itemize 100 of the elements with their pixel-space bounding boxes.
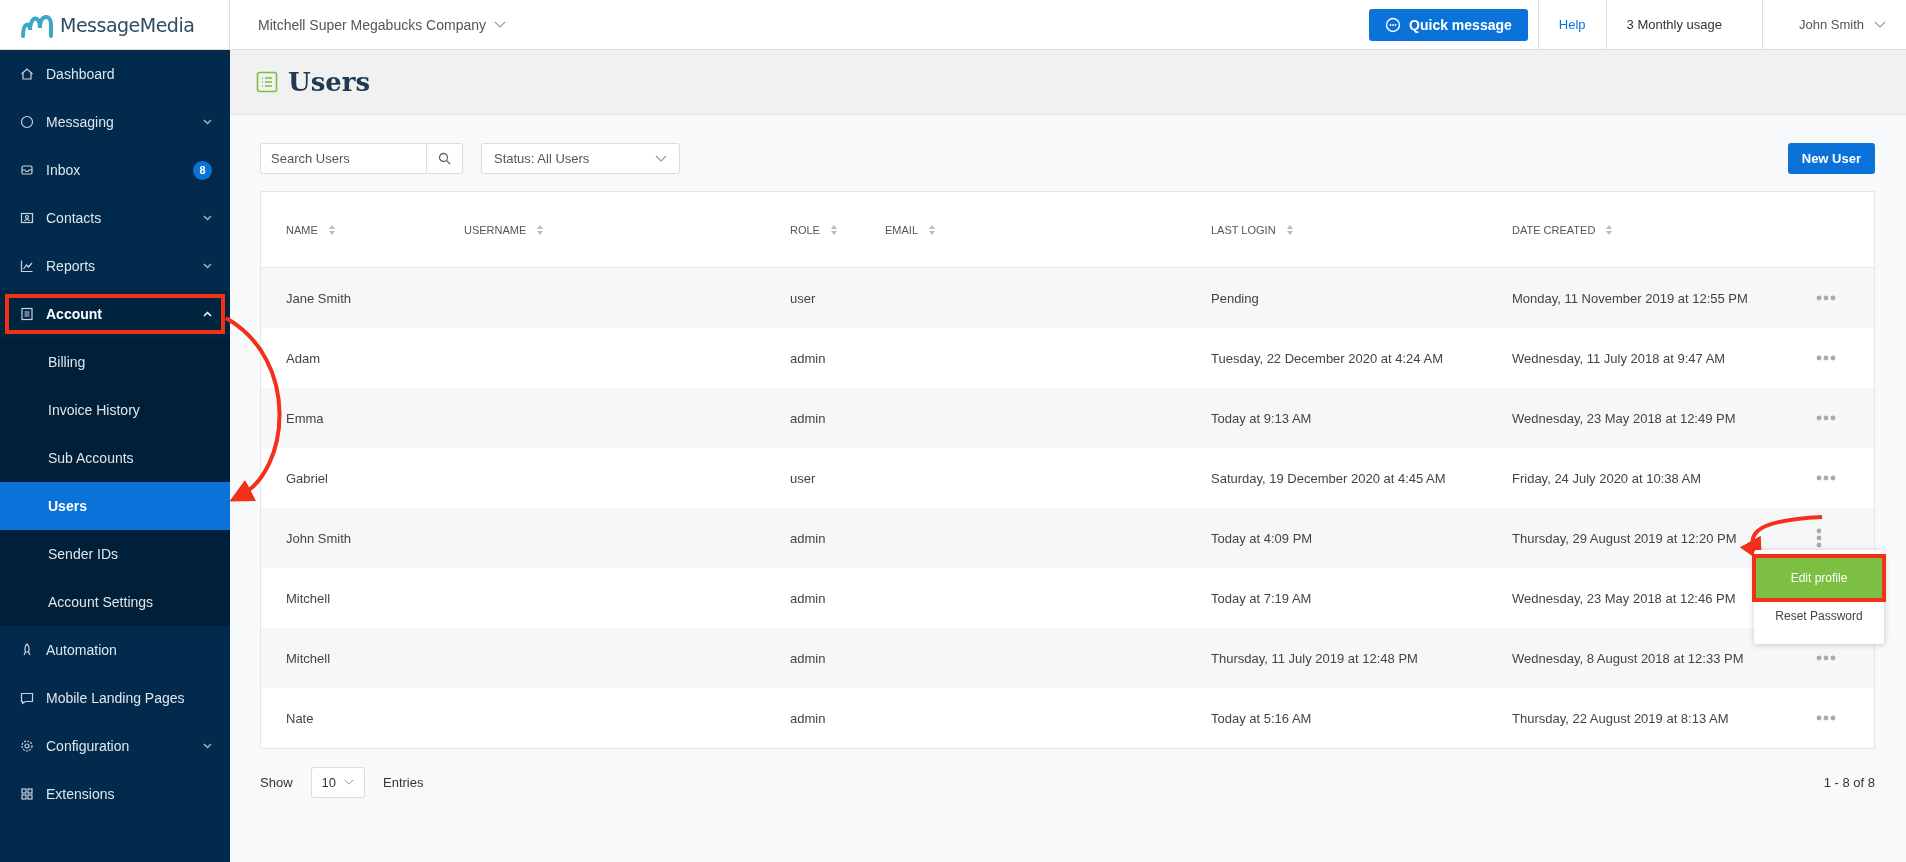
monthly-usage[interactable]: 3 Monthly usage [1605, 0, 1762, 49]
sidebar-item[interactable]: Automation [0, 626, 230, 674]
table-cell: John Smith [286, 530, 352, 546]
more-icon[interactable] [1816, 295, 1836, 301]
sort-icon[interactable] [928, 223, 936, 236]
table-cell: Tuesday, 22 December 2020 at 4:24 AM [1211, 350, 1443, 366]
gear-icon [20, 739, 34, 753]
more-icon[interactable] [1816, 715, 1836, 721]
table-cell: Pending [1211, 290, 1259, 306]
sidebar-subitem[interactable]: Sub Accounts [0, 434, 230, 482]
sidebar-item[interactable]: Messaging [0, 98, 230, 146]
sidebar-subitem[interactable]: Users [0, 482, 230, 530]
sort-icon[interactable] [536, 223, 545, 236]
user-menu[interactable]: John Smith [1761, 0, 1906, 49]
more-icon[interactable] [1816, 415, 1836, 421]
sidebar-item[interactable]: Dashboard [0, 50, 230, 98]
status-dropdown[interactable]: Status: All Users [481, 143, 680, 174]
table-cell: admin [790, 590, 826, 606]
column-header[interactable]: USERNAME [464, 223, 527, 236]
sidebar-subitem[interactable]: Billing [0, 338, 230, 386]
table-cell: Nate [286, 710, 314, 726]
more-icon[interactable] [1816, 655, 1836, 661]
table-cell: user [790, 470, 816, 486]
chevron-down-icon [344, 779, 354, 786]
table-cell: Mitchell [286, 650, 331, 666]
help-link[interactable]: Help [1537, 0, 1606, 49]
table-cell: Friday, 24 July 2020 at 10:38 AM [1512, 470, 1702, 486]
table-cell: admin [790, 650, 826, 666]
sidebar-subitem[interactable]: Sender IDs [0, 530, 230, 578]
brand-name: MessageMedia [60, 13, 195, 36]
table-cell: Wednesday, 8 August 2018 at 12:33 PM [1512, 650, 1744, 666]
company-selector[interactable]: Mitchell Super Megabucks Company [230, 16, 506, 33]
table-cell: admin [790, 710, 826, 726]
entries-label: Entries [383, 775, 424, 790]
column-header[interactable]: EMAIL [885, 223, 918, 236]
sort-icon[interactable] [1285, 223, 1294, 236]
sort-icon[interactable] [327, 223, 336, 236]
sidebar-item[interactable]: Configuration [0, 722, 230, 770]
quick-message-button[interactable]: Quick message [1369, 8, 1528, 41]
column-header[interactable]: NAME [286, 223, 318, 236]
table-cell: Wednesday, 23 May 2018 at 12:49 PM [1512, 410, 1736, 426]
search-icon [438, 152, 451, 165]
table-cell: Today at 9:13 AM [1211, 410, 1312, 426]
pagination-range: 1 - 8 of 8 [1823, 775, 1875, 790]
chat-bubble-icon [1385, 16, 1402, 33]
more-icon[interactable] [1816, 355, 1836, 361]
new-user-button[interactable]: New User [1787, 143, 1875, 174]
table-cell: Gabriel [286, 470, 328, 486]
doc-icon [20, 307, 34, 321]
chevron-down-icon [1874, 20, 1886, 29]
unread-count-badge: 8 [193, 160, 212, 180]
sidebar-item[interactable]: Reports [0, 242, 230, 290]
table-cell: Wednesday, 23 May 2018 at 12:46 PM [1512, 590, 1736, 606]
screen-icon [20, 691, 34, 705]
home-icon [20, 67, 34, 81]
search-field[interactable]: Search Users [260, 143, 427, 174]
table-cell: admin [790, 410, 826, 426]
menu-item[interactable]: Reset Password [1756, 598, 1882, 634]
table-cell: Emma [286, 410, 324, 426]
list-icon [256, 71, 278, 93]
table-cell: Thursday, 11 July 2019 at 12:48 PM [1211, 650, 1418, 666]
table-cell: Monday, 11 November 2019 at 12:55 PM [1512, 290, 1748, 306]
sort-icon[interactable] [829, 223, 838, 236]
table-cell: admin [790, 350, 826, 366]
table-cell: Adam [286, 350, 320, 366]
search-button[interactable] [427, 143, 463, 174]
table-cell: Wednesday, 11 July 2018 at 9:47 AM [1512, 350, 1726, 366]
sidebar-item[interactable]: Inbox 8 [0, 146, 230, 194]
table-cell: Thursday, 29 August 2019 at 12:20 PM [1512, 530, 1737, 546]
tray-icon [20, 163, 34, 177]
contact-icon [20, 211, 34, 225]
vertical-dots-icon[interactable] [1816, 528, 1822, 548]
table-cell: Thursday, 22 August 2019 at 8:13 AM [1512, 710, 1729, 726]
chart-icon [20, 259, 34, 273]
column-header[interactable]: ROLE [790, 223, 820, 236]
show-label: Show [260, 775, 293, 790]
sidebar-item[interactable]: Extensions [0, 770, 230, 818]
sidebar-item[interactable]: Mobile Landing Pages [0, 674, 230, 722]
sidebar-subitem[interactable]: Account Settings [0, 578, 230, 626]
table-cell: Saturday, 19 December 2020 at 4:45 AM [1211, 470, 1446, 486]
more-icon[interactable] [1816, 475, 1836, 481]
chevron-down-icon [655, 154, 667, 163]
sort-icon[interactable] [1605, 223, 1614, 236]
table-cell: Today at 5:16 AM [1211, 710, 1312, 726]
table-cell: Jane Smith [286, 290, 352, 306]
table-cell: Mitchell [286, 590, 331, 606]
page-title: Users [288, 67, 371, 97]
sidebar-item[interactable]: Account [0, 290, 230, 338]
table-cell: user [790, 290, 816, 306]
table-cell: Today at 4:09 PM [1211, 530, 1313, 546]
sidebar-item[interactable]: Contacts [0, 194, 230, 242]
chevron-down-icon [494, 20, 506, 29]
column-header[interactable]: DATE CREATED [1512, 223, 1596, 236]
chat-icon [20, 115, 34, 129]
column-header[interactable]: LAST LOGIN [1211, 223, 1276, 236]
grid-icon [20, 787, 34, 801]
page-size-dropdown[interactable]: 10 [310, 767, 365, 798]
table-cell: Today at 7:19 AM [1211, 590, 1312, 606]
table-cell: admin [790, 530, 826, 546]
sidebar-subitem[interactable]: Invoice History [0, 386, 230, 434]
